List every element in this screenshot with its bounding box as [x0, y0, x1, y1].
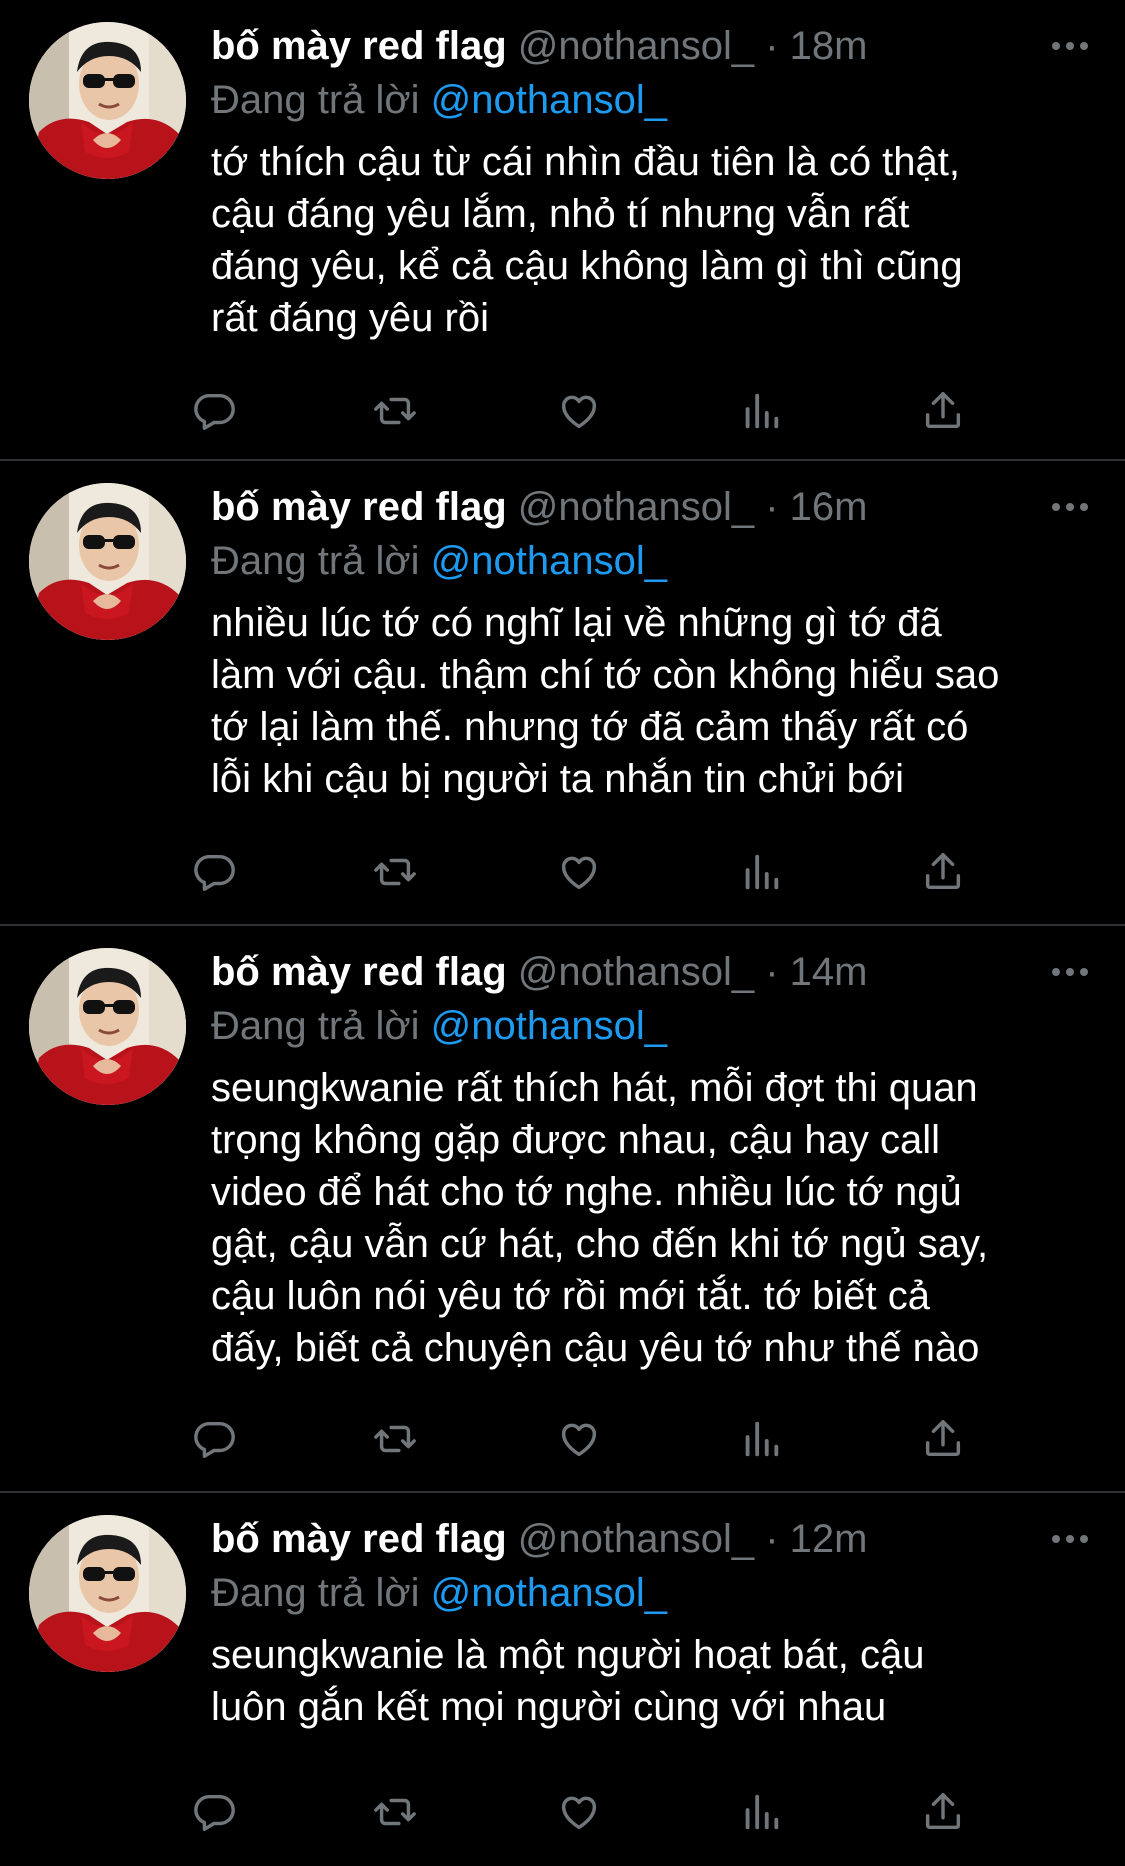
- views-icon[interactable]: [733, 1411, 789, 1467]
- replying-label: Đang trả lời: [211, 539, 420, 583]
- retweet-icon[interactable]: [367, 383, 423, 439]
- tweet-header: bố mày red flag @nothansol_ · 14m: [211, 944, 1035, 1000]
- share-icon[interactable]: [915, 1411, 971, 1467]
- tweet[interactable]: bố mày red flag @nothansol_ · 12m Đang t…: [0, 1493, 1125, 1866]
- avatar[interactable]: [29, 22, 186, 179]
- mention-link[interactable]: @nothansol_: [431, 78, 667, 122]
- avatar[interactable]: [29, 483, 186, 640]
- timestamp[interactable]: 14m: [790, 950, 868, 994]
- avatar[interactable]: [29, 948, 186, 1105]
- replying-to: Đang trả lời @nothansol_: [211, 1565, 667, 1621]
- tweet-header: bố mày red flag @nothansol_ · 18m: [211, 18, 1035, 74]
- tweet-text-line: đấy, biết cả chuyện cậu yêu tớ như thế n…: [211, 1326, 980, 1370]
- display-name[interactable]: bố mày red flag: [211, 950, 507, 994]
- tweet-text-line: lỗi khi cậu bị người ta nhắn tin chửi bớ…: [211, 757, 905, 801]
- tweet-actions: [194, 1784, 1011, 1840]
- timestamp[interactable]: 16m: [790, 485, 868, 529]
- avatar-image: [29, 948, 186, 1105]
- tweet-text-line: gật, cậu vẫn cứ hát, cho đến khi tớ ngủ …: [211, 1222, 989, 1266]
- tweet-text: seungkwanie rất thích hát, mỗi đợt thi q…: [211, 1062, 1091, 1374]
- tweet-actions: [194, 383, 1011, 439]
- replying-to: Đang trả lời @nothansol_: [211, 533, 667, 589]
- reply-icon[interactable]: [186, 1784, 242, 1840]
- tweet-text-line: video để hát cho tớ nghe. nhiều lúc tớ n…: [211, 1170, 962, 1214]
- mention-link[interactable]: @nothansol_: [431, 1004, 667, 1048]
- tweet-text-line: đáng yêu, kể cả cậu không làm gì thì cũn…: [211, 244, 963, 288]
- separator-dot: ·: [765, 950, 779, 994]
- views-icon[interactable]: [733, 1784, 789, 1840]
- like-icon[interactable]: [551, 383, 607, 439]
- more-icon[interactable]: [1050, 954, 1090, 990]
- avatar-image: [29, 22, 186, 179]
- views-icon[interactable]: [733, 383, 789, 439]
- avatar-image: [29, 1515, 186, 1672]
- replying-label: Đang trả lời: [211, 78, 420, 122]
- replying-to: Đang trả lời @nothansol_: [211, 72, 667, 128]
- reply-icon[interactable]: [186, 1411, 242, 1467]
- tweet-actions: [194, 844, 1011, 900]
- timeline-feed: bố mày red flag @nothansol_ · 18m Đang t…: [0, 0, 1125, 1866]
- tweet-text: seungkwanie là một người hoạt bát, cậu l…: [211, 1629, 1091, 1733]
- tweet[interactable]: bố mày red flag @nothansol_ · 16m Đang t…: [0, 461, 1125, 926]
- tweet-text-line: cậu luôn nói yêu tớ rồi mới tắt. tớ biết…: [211, 1274, 931, 1318]
- tweet-text-line: làm với cậu. thậm chí tớ còn không hiểu …: [211, 653, 1000, 697]
- like-icon[interactable]: [551, 1784, 607, 1840]
- user-handle[interactable]: @nothansol_: [518, 950, 754, 994]
- replying-label: Đang trả lời: [211, 1004, 420, 1048]
- tweet[interactable]: bố mày red flag @nothansol_ · 14m Đang t…: [0, 926, 1125, 1493]
- tweet-text-line: luôn gắn kết mọi người cùng với nhau: [211, 1685, 887, 1729]
- more-icon[interactable]: [1050, 28, 1090, 64]
- tweet-text-line: nhiều lúc tớ có nghĩ lại về những gì tớ …: [211, 601, 942, 645]
- user-handle[interactable]: @nothansol_: [518, 485, 754, 529]
- tweet[interactable]: bố mày red flag @nothansol_ · 18m Đang t…: [0, 0, 1125, 461]
- share-icon[interactable]: [915, 844, 971, 900]
- tweet-actions: [194, 1411, 1011, 1467]
- tweet-header: bố mày red flag @nothansol_ · 12m: [211, 1511, 1035, 1567]
- tweet-header: bố mày red flag @nothansol_ · 16m: [211, 479, 1035, 535]
- separator-dot: ·: [765, 24, 779, 68]
- reply-icon[interactable]: [186, 383, 242, 439]
- like-icon[interactable]: [551, 844, 607, 900]
- more-icon[interactable]: [1050, 1521, 1090, 1557]
- mention-link[interactable]: @nothansol_: [431, 1571, 667, 1615]
- tweet-text-line: trọng không gặp được nhau, cậu hay call: [211, 1118, 941, 1162]
- reply-icon[interactable]: [186, 844, 242, 900]
- timestamp[interactable]: 18m: [790, 24, 868, 68]
- display-name[interactable]: bố mày red flag: [211, 1517, 507, 1561]
- more-icon[interactable]: [1050, 489, 1090, 525]
- share-icon[interactable]: [915, 1784, 971, 1840]
- retweet-icon[interactable]: [367, 1784, 423, 1840]
- tweet-text: nhiều lúc tớ có nghĩ lại về những gì tớ …: [211, 597, 1091, 805]
- timestamp[interactable]: 12m: [790, 1517, 868, 1561]
- retweet-icon[interactable]: [367, 844, 423, 900]
- like-icon[interactable]: [551, 1411, 607, 1467]
- replying-to: Đang trả lời @nothansol_: [211, 998, 667, 1054]
- tweet-text-line: tớ thích cậu từ cái nhìn đầu tiên là có …: [211, 140, 961, 184]
- tweet-text-line: rất đáng yêu rồi: [211, 296, 489, 340]
- mention-link[interactable]: @nothansol_: [431, 539, 667, 583]
- avatar[interactable]: [29, 1515, 186, 1672]
- display-name[interactable]: bố mày red flag: [211, 485, 507, 529]
- tweet-text-line: seungkwanie rất thích hát, mỗi đợt thi q…: [211, 1066, 978, 1110]
- display-name[interactable]: bố mày red flag: [211, 24, 507, 68]
- avatar-image: [29, 483, 186, 640]
- user-handle[interactable]: @nothansol_: [518, 1517, 754, 1561]
- share-icon[interactable]: [915, 383, 971, 439]
- retweet-icon[interactable]: [367, 1411, 423, 1467]
- tweet-text-line: seungkwanie là một người hoạt bát, cậu: [211, 1633, 925, 1677]
- views-icon[interactable]: [733, 844, 789, 900]
- user-handle[interactable]: @nothansol_: [518, 24, 754, 68]
- tweet-text-line: tớ lại làm thế. nhưng tớ đã cảm thấy rất…: [211, 705, 969, 749]
- separator-dot: ·: [765, 1517, 779, 1561]
- separator-dot: ·: [765, 485, 779, 529]
- replying-label: Đang trả lời: [211, 1571, 420, 1615]
- tweet-text-line: cậu đáng yêu lắm, nhỏ tí nhưng vẫn rất: [211, 192, 910, 236]
- tweet-text: tớ thích cậu từ cái nhìn đầu tiên là có …: [211, 136, 1091, 344]
